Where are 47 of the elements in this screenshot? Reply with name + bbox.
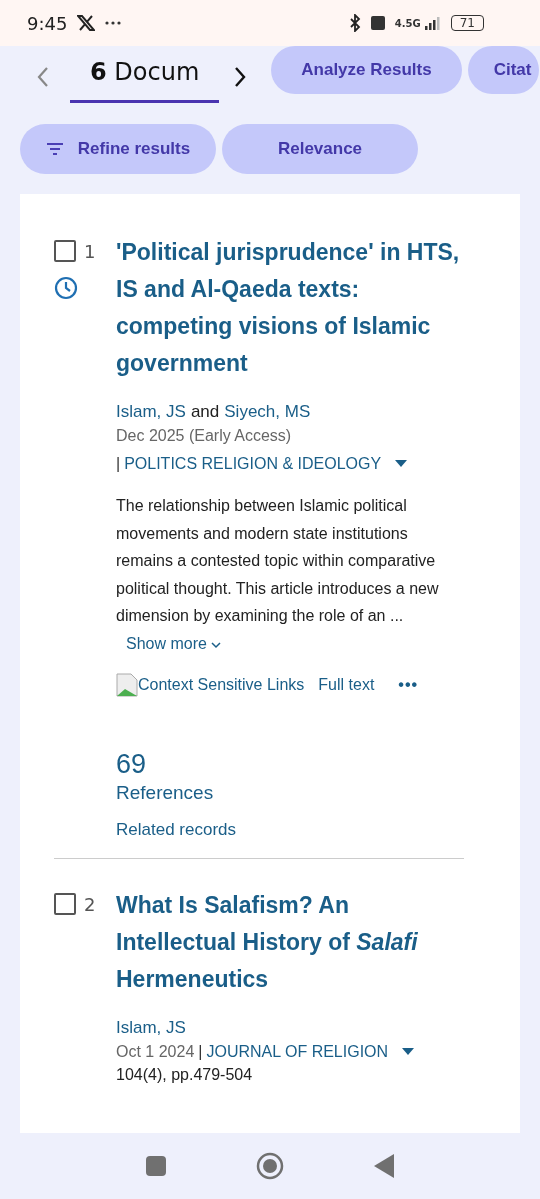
show-more-link[interactable]: Show more (126, 634, 222, 652)
back-icon[interactable] (374, 1154, 394, 1178)
separator: | (198, 1042, 203, 1062)
recents-icon[interactable] (146, 1156, 166, 1176)
home-icon[interactable] (256, 1152, 284, 1180)
broken-image-icon (116, 673, 138, 697)
separator: | (116, 454, 121, 474)
result-title[interactable]: 'Political jurisprudence' in HTS, IS and Al-Qaeda texts: competing visions of Islamic government (116, 234, 464, 382)
citation-count[interactable]: 69 (116, 749, 464, 780)
publication-date: Oct 1 2024 (116, 1042, 195, 1062)
dropdown-icon[interactable] (402, 1048, 415, 1056)
next-icon[interactable] (233, 66, 248, 88)
context-links[interactable]: Context Sensitive Links (138, 676, 305, 694)
filter-icon (45, 142, 64, 156)
clock-time: 9:45 (27, 12, 68, 34)
select-checkbox[interactable] (54, 893, 76, 915)
action-button[interactable]: Analyze Results (271, 46, 462, 94)
author-link[interactable]: Islam, JS (116, 1018, 186, 1038)
result-title[interactable]: What Is Salafism? An Intellectual History of Salafi Hermeneutics (116, 887, 464, 998)
related-records-link[interactable]: Related records (116, 820, 464, 840)
sort-button[interactable]: Relevance (222, 124, 418, 174)
author-joiner: and (190, 402, 220, 422)
author-link[interactable]: Siyech, MS (224, 402, 311, 422)
signal-icon (424, 16, 441, 30)
documents-tab[interactable]: 6 Docum (70, 46, 220, 103)
volume-pages: 104(4), pp.479-504 (116, 1066, 254, 1084)
result-number: 2 (84, 893, 96, 915)
bluetooth-icon (348, 14, 361, 32)
action-button[interactable]: Citat (467, 46, 540, 94)
previous-icon[interactable] (36, 66, 50, 88)
chevron-down-icon[interactable] (211, 641, 222, 649)
dropdown-icon[interactable] (395, 460, 408, 468)
journal-link[interactable]: JOURNAL OF RELIGION (206, 1038, 389, 1066)
select-checkbox[interactable] (54, 240, 76, 262)
full-text-link[interactable]: Full text (318, 676, 375, 694)
more-options[interactable]: ••• (398, 676, 419, 694)
x-logo-icon (77, 15, 96, 31)
publication-date: Dec 2025 (Early Access) (116, 426, 292, 446)
more-icon (105, 21, 122, 25)
refine-button[interactable]: Refine results (20, 124, 216, 174)
author-link[interactable]: Islam, JS (116, 402, 186, 422)
network-label: 4.5G (394, 17, 421, 29)
references-link[interactable]: References (116, 782, 464, 804)
abstract-text: The relationship between Islamic political movements and modern state institutions remains a contested topic within comparative political thought. This article introduces a new dimension by examining the role of an ... (116, 497, 439, 624)
journal-link[interactable]: POLITICS RELIGION & IDEOLOGY (124, 450, 382, 478)
battery-level: 71 (450, 15, 484, 31)
result-number: 1 (84, 240, 96, 262)
